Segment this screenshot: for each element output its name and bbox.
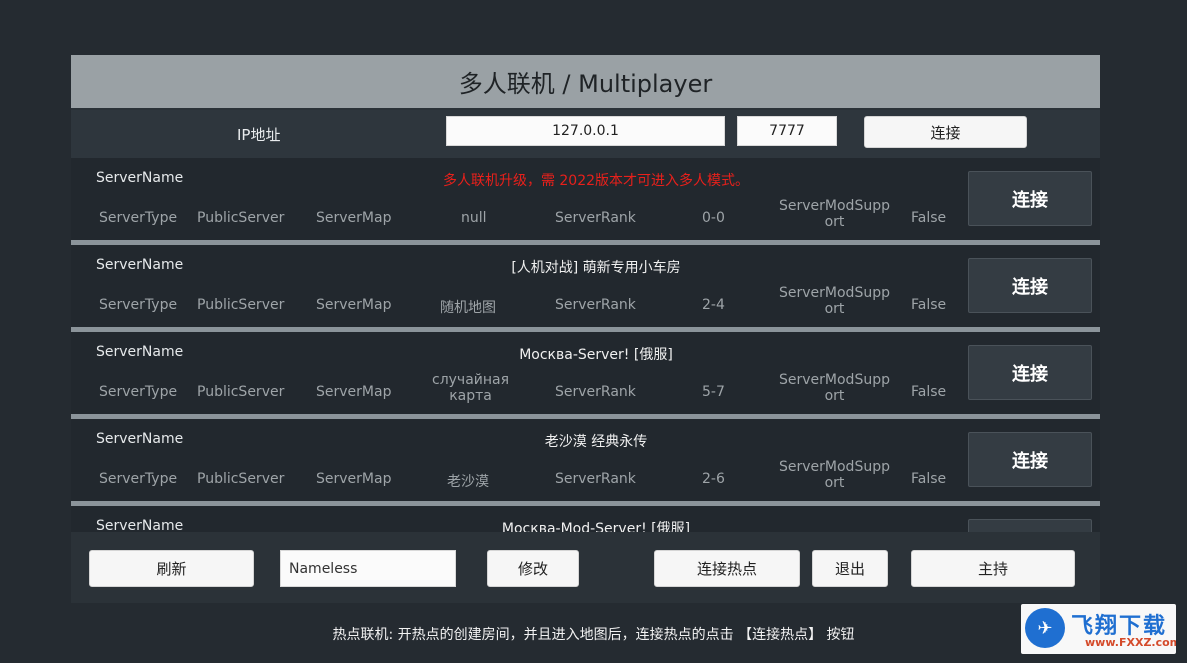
server-title: [人机对战] 萌新专用小车房 xyxy=(511,260,681,276)
connect-hotspot-button[interactable]: 连接热点 xyxy=(654,550,800,587)
brand-logo-icon: ✈ xyxy=(1025,608,1065,648)
server-connect-button[interactable] xyxy=(968,519,1092,532)
server-title: 多人联机升级，需 2022版本才可进入多人模式。 xyxy=(442,173,750,189)
server-map-label: ServerMap xyxy=(316,297,392,313)
watermark-logo: ✈ 飞翔下载 www.FXXZ.com xyxy=(1021,604,1176,654)
server-name-label: ServerName xyxy=(96,518,184,532)
server-row: ServerName Москва-Server! [俄服] ServerTyp… xyxy=(71,332,1100,419)
server-rank-value: 2-6 xyxy=(702,471,725,487)
server-row: ServerName 多人联机升级，需 2022版本才可进入多人模式。 Serv… xyxy=(71,158,1100,245)
modify-button[interactable]: 修改 xyxy=(487,550,579,587)
server-title: Москва-Server! [俄服] xyxy=(519,347,673,363)
server-mod-label: ServerModSupp ort xyxy=(779,372,890,404)
server-mod-value: False xyxy=(911,210,947,226)
ip-label: IP地址 xyxy=(237,126,281,144)
server-title: 老沙漠 经典永传 xyxy=(544,434,648,450)
server-connect-button[interactable]: 连接 xyxy=(968,432,1092,487)
server-map-label: ServerMap xyxy=(316,471,392,487)
server-title: Москва-Mod-Server! [俄服] xyxy=(501,521,691,532)
server-mod-value: False xyxy=(911,384,947,400)
server-row: ServerName 老沙漠 经典永传 ServerType PublicSer… xyxy=(71,419,1100,506)
player-name-input[interactable]: Nameless xyxy=(280,550,456,587)
server-map-value: null xyxy=(461,210,487,226)
server-rank-value: 5-7 xyxy=(702,384,725,400)
server-type-label: ServerType xyxy=(99,210,178,226)
server-type-label: ServerType xyxy=(99,297,178,313)
server-type-value: PublicServer xyxy=(197,297,285,313)
server-mod-label: ServerModSupp ort xyxy=(779,285,890,317)
server-map-label: ServerMap xyxy=(316,384,392,400)
server-row: ServerName [人机对战] 萌新专用小车房 ServerType Pub… xyxy=(71,245,1100,332)
server-type-value: PublicServer xyxy=(197,471,285,487)
server-mod-label: ServerModSupp ort xyxy=(779,459,890,491)
server-list[interactable]: ServerName 多人联机升级，需 2022版本才可进入多人模式。 Serv… xyxy=(71,158,1100,532)
exit-button[interactable]: 退出 xyxy=(812,550,888,587)
server-map-value: 随机地图 xyxy=(440,300,496,316)
server-rank-label: ServerRank xyxy=(555,210,636,226)
title-bar: 多人联机 / Multiplayer xyxy=(71,55,1100,108)
multiplayer-panel: 多人联机 / Multiplayer IP地址 127.0.0.1 7777 连… xyxy=(71,55,1100,603)
ip-row: IP地址 127.0.0.1 7777 连接 xyxy=(71,110,1100,158)
server-rank-value: 2-4 xyxy=(702,297,725,313)
server-name-label: ServerName xyxy=(96,344,184,360)
server-row: ServerName Москва-Mod-Server! [俄服] xyxy=(71,506,1100,532)
ip-input[interactable]: 127.0.0.1 xyxy=(446,116,725,146)
server-type-value: PublicServer xyxy=(197,384,285,400)
server-name-label: ServerName xyxy=(96,170,184,186)
server-connect-button[interactable]: 连接 xyxy=(968,258,1092,313)
server-name-label: ServerName xyxy=(96,257,184,273)
server-mod-label: ServerModSupp ort xyxy=(779,198,890,230)
bottom-bar: 刷新 Nameless 修改 连接热点 退出 主持 xyxy=(71,532,1100,603)
server-connect-button[interactable]: 连接 xyxy=(968,171,1092,226)
server-type-label: ServerType xyxy=(99,471,178,487)
watermark-url: www.FXXZ.com xyxy=(1085,636,1176,649)
page-title: 多人联机 / Multiplayer xyxy=(458,70,713,98)
server-mod-value: False xyxy=(911,297,947,313)
host-button[interactable]: 主持 xyxy=(911,550,1075,587)
server-type-label: ServerType xyxy=(99,384,178,400)
server-connect-button[interactable]: 连接 xyxy=(968,345,1092,400)
hotspot-hint: 热点联机: 开热点的创建房间，并且进入地图后，连接热点的点击 【连接热点】 按钮 xyxy=(332,627,855,643)
server-rank-label: ServerRank xyxy=(555,384,636,400)
server-map-label: ServerMap xyxy=(316,210,392,226)
port-input[interactable]: 7777 xyxy=(737,116,837,146)
ip-connect-button[interactable]: 连接 xyxy=(864,116,1027,148)
server-map-value: случайная карта xyxy=(432,372,510,404)
server-rank-label: ServerRank xyxy=(555,471,636,487)
server-name-label: ServerName xyxy=(96,431,184,447)
refresh-button[interactable]: 刷新 xyxy=(89,550,254,587)
server-map-value: 老沙漠 xyxy=(447,474,489,490)
server-type-value: PublicServer xyxy=(197,210,285,226)
server-rank-value: 0-0 xyxy=(702,210,725,226)
server-rank-label: ServerRank xyxy=(555,297,636,313)
server-mod-value: False xyxy=(911,471,947,487)
